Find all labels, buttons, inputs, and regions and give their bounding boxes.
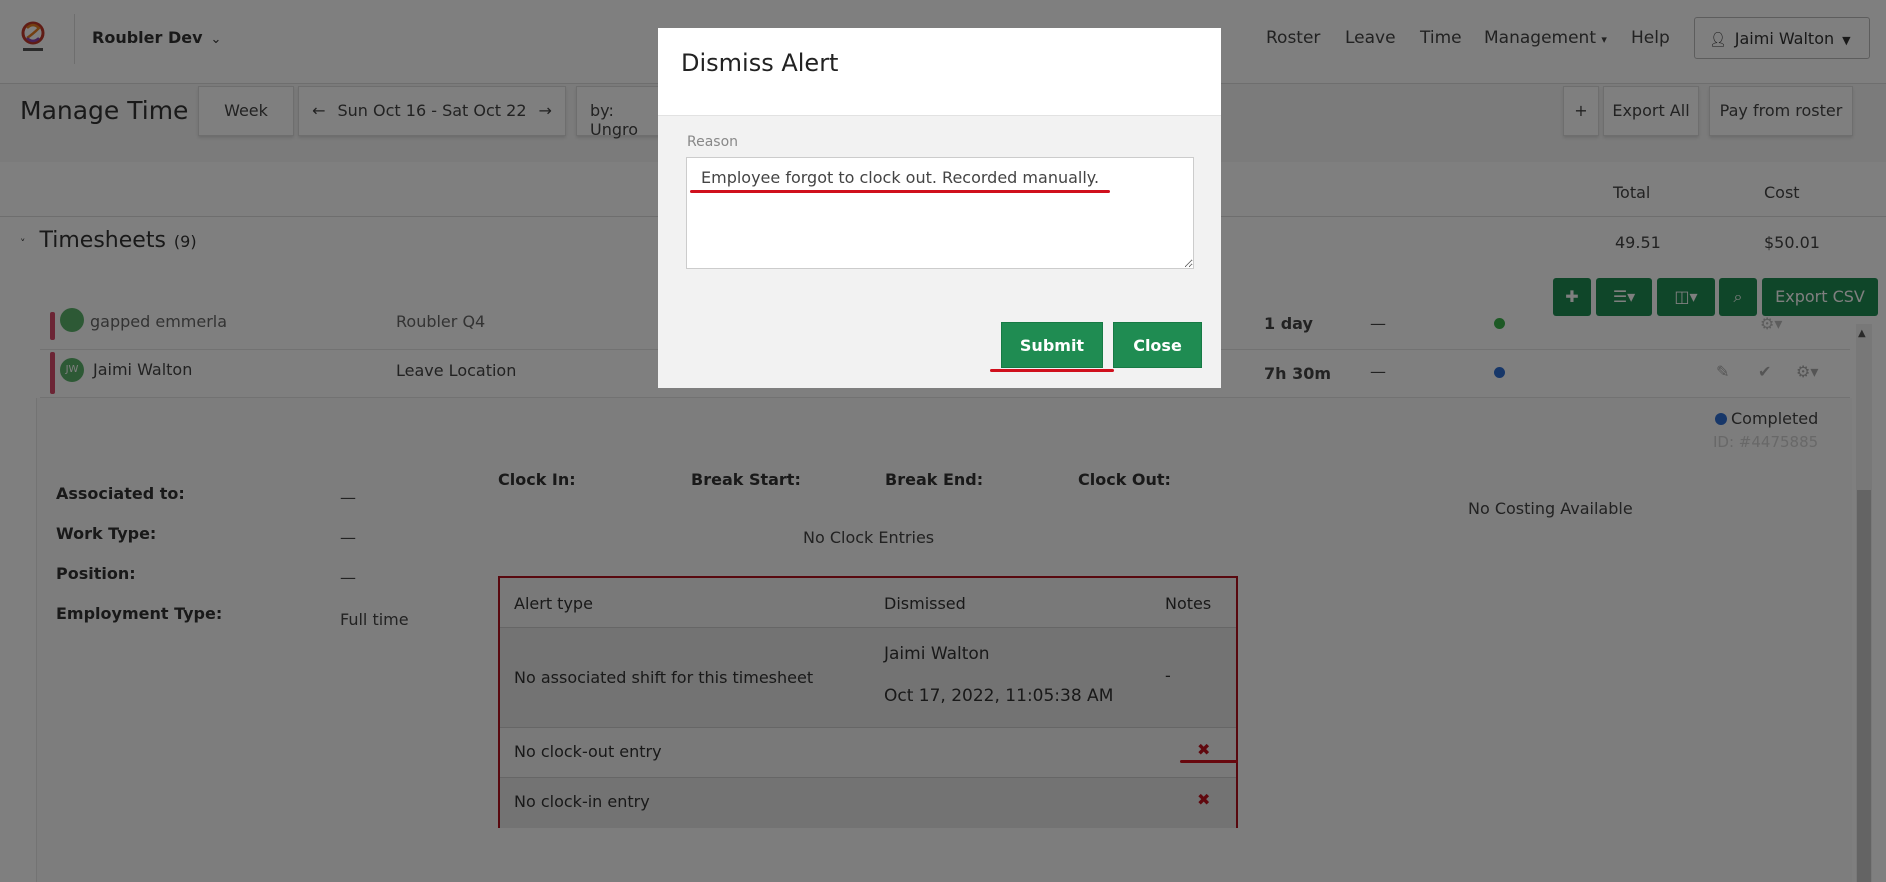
close-button[interactable]: Close (1113, 322, 1202, 368)
dismiss-alert-modal: Dismiss Alert Reason Employee forgot to … (658, 28, 1221, 388)
reason-label: Reason (687, 134, 739, 150)
modal-header: Dismiss Alert (658, 28, 1221, 116)
submit-button[interactable]: Submit (1001, 322, 1103, 368)
annotation-underline (690, 190, 1110, 193)
annotation-underline (990, 369, 1114, 372)
reason-textarea[interactable]: Employee forgot to clock out. Recorded m… (686, 157, 1194, 269)
modal-title: Dismiss Alert (681, 49, 839, 77)
